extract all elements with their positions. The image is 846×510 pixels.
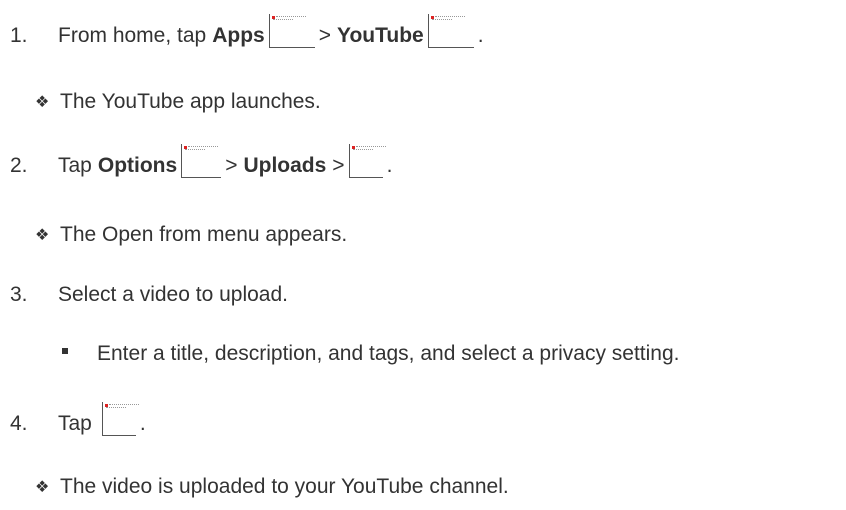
step-1: 1. From home, tap Apps > YouTube .: [0, 14, 484, 48]
diamond-bullet-icon: ❖: [35, 92, 50, 111]
separator: >: [318, 24, 331, 47]
apps-icon: [268, 14, 315, 48]
result-text: The YouTube app launches.: [60, 90, 321, 113]
step-text: From home, tap: [58, 24, 207, 47]
step-number: 1.: [10, 24, 28, 47]
step-2: 2. Tap Options > Uploads > .: [0, 144, 392, 178]
diamond-bullet-icon: ❖: [35, 477, 50, 496]
step-text: Tap: [58, 412, 92, 435]
apps-label: Apps: [212, 24, 265, 47]
result-text: The video is uploaded to your YouTube ch…: [60, 475, 509, 498]
square-bullet-icon: [0, 342, 97, 366]
diamond-bullet-icon: ❖: [35, 225, 50, 244]
step-number: 2.: [10, 154, 28, 177]
step-number: 3.: [10, 283, 28, 306]
separator: >: [332, 154, 345, 177]
youtube-icon: [427, 14, 474, 48]
step-3: 3. Select a video to upload.: [0, 283, 288, 307]
result-3: Enter a title, description, and tags, an…: [0, 342, 679, 366]
result-1: ❖ The YouTube app launches.: [0, 90, 321, 114]
options-label: Options: [97, 154, 178, 177]
step-text: Tap: [58, 154, 92, 177]
result-text: The Open from menu appears.: [60, 223, 348, 246]
period: .: [477, 24, 484, 47]
options-icon: [181, 144, 222, 178]
result-text: Enter a title, description, and tags, an…: [97, 342, 680, 365]
result-2: ❖ The Open from menu appears.: [0, 223, 347, 247]
upload-icon: [101, 402, 139, 436]
youtube-label: YouTube: [337, 24, 424, 47]
separator: >: [225, 154, 238, 177]
period: .: [139, 412, 146, 435]
uploads-label: Uploads: [243, 154, 327, 177]
step-4: 4. Tap .: [0, 402, 146, 436]
add-upload-icon: [348, 144, 386, 178]
step-text: Select a video to upload.: [58, 283, 288, 306]
period: .: [386, 154, 393, 177]
result-4: ❖ The video is uploaded to your YouTube …: [0, 475, 509, 499]
step-number: 4.: [10, 412, 28, 435]
